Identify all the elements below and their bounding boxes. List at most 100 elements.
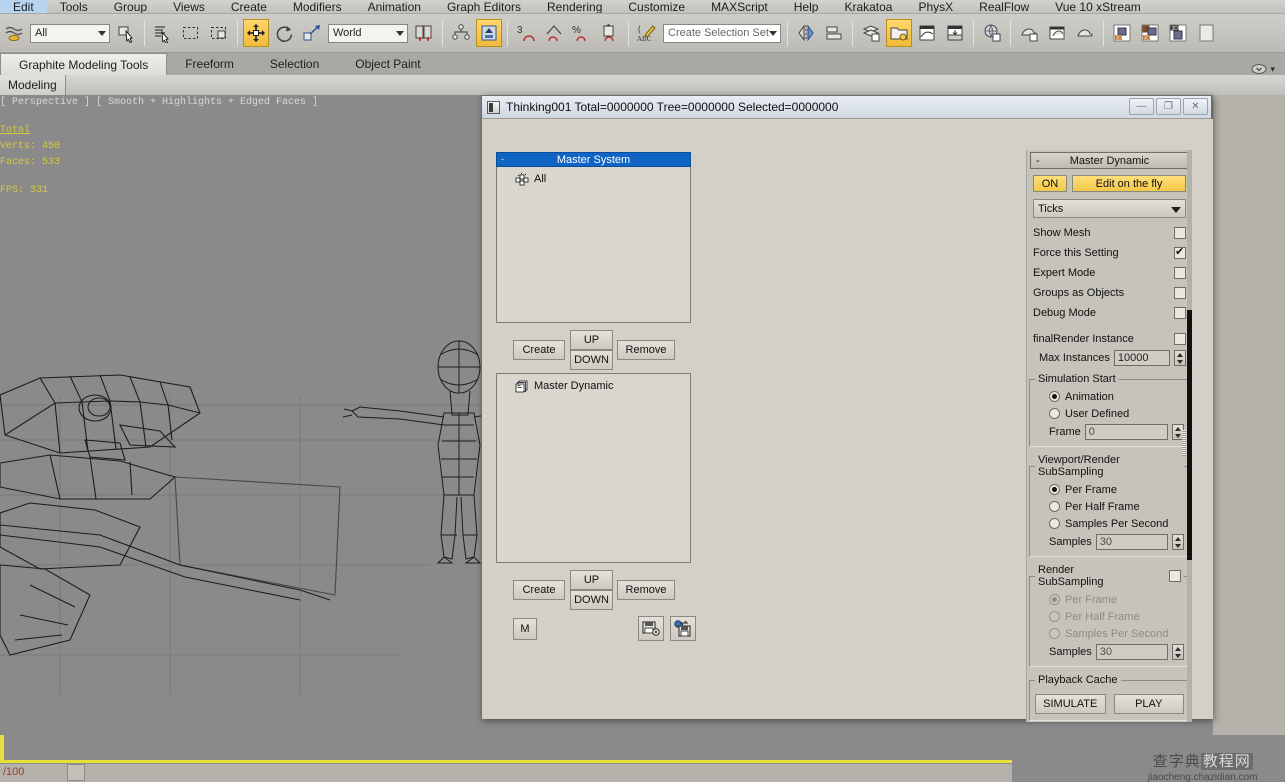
render-production-icon[interactable] (1072, 19, 1098, 47)
up-button[interactable]: UP (570, 570, 613, 590)
master-system-header[interactable]: - Master System (496, 152, 691, 167)
vue-atmosphere-icon[interactable]: 3D (1137, 19, 1163, 47)
user-defined-radio[interactable] (1049, 408, 1060, 419)
collapse-icon[interactable]: - (1036, 155, 1040, 167)
samples-spinner[interactable] (1172, 534, 1184, 550)
edit-on-the-fly-button[interactable]: Edit on the fly (1072, 175, 1186, 192)
per-half-frame-radio[interactable] (1049, 611, 1060, 622)
radio-row-samples-per-second[interactable]: Samples Per Second (1035, 625, 1184, 642)
list-item[interactable]: All (500, 171, 687, 187)
select-and-link-icon[interactable] (448, 19, 474, 47)
curve-editor-icon[interactable] (914, 19, 940, 47)
create-button[interactable]: Create (513, 340, 565, 360)
ribbon-options-dropdown[interactable]: ▾ (1251, 63, 1275, 75)
samples-spinner[interactable] (1172, 644, 1184, 660)
samples-per-second-radio[interactable] (1049, 628, 1060, 639)
rectangular-selection-region-icon[interactable] (178, 19, 204, 47)
scrollbar-thumb[interactable] (1187, 310, 1192, 560)
panel-drag-grip[interactable] (1182, 430, 1186, 456)
vue-render-icon[interactable]: 3D (1109, 19, 1135, 47)
list-item[interactable]: Master Dynamic (500, 378, 687, 394)
checkbox-row-finalrender-instance[interactable]: finalRender Instance (1033, 330, 1186, 348)
memory-button[interactable]: M (513, 618, 537, 640)
groups-as-objects-checkbox[interactable] (1174, 287, 1186, 299)
menu-item-physx[interactable]: PhysX (905, 0, 966, 13)
down-button[interactable]: DOWN (570, 350, 613, 370)
close-button[interactable]: ✕ (1183, 98, 1208, 115)
angle-snap-toggle-icon[interactable]: 3 (513, 19, 539, 47)
menu-item-vue-10-xstream[interactable]: Vue 10 xStream (1042, 0, 1154, 13)
schematic-view-icon[interactable] (942, 19, 968, 47)
max-instances-input[interactable]: 10000 (1113, 350, 1170, 366)
menu-item-realflow[interactable]: RealFlow (966, 0, 1042, 13)
finalrender-instance-checkbox[interactable] (1174, 333, 1186, 345)
checkbox-row-groups-as-objects[interactable]: Groups as Objects (1033, 284, 1186, 302)
create-button[interactable]: Create (513, 580, 565, 600)
radio-row-samples-per-second[interactable]: Samples Per Second (1035, 515, 1184, 532)
align-icon[interactable] (821, 19, 847, 47)
menu-item-create[interactable]: Create (218, 0, 280, 13)
selection-set-input[interactable]: Create Selection Set (663, 23, 781, 43)
debug-mode-checkbox[interactable] (1174, 307, 1186, 319)
select-object-icon[interactable] (113, 19, 139, 47)
rendered-frame-window-icon[interactable] (1044, 19, 1070, 47)
menu-item-rendering[interactable]: Rendering (534, 0, 615, 13)
remove-button[interactable]: Remove (617, 580, 675, 600)
per-half-frame-radio[interactable] (1049, 501, 1060, 512)
menu-item-graph-editors[interactable]: Graph Editors (434, 0, 534, 13)
select-by-name-icon[interactable] (150, 19, 176, 47)
minimize-button[interactable]: — (1129, 98, 1154, 115)
checkbox-row-force-this-setting[interactable]: Force this Setting (1033, 244, 1186, 262)
tab-freeform[interactable]: Freeform (167, 53, 252, 75)
layer-manager-icon[interactable] (858, 19, 884, 47)
up-button[interactable]: UP (570, 330, 613, 350)
snaps-toggle-3d-icon[interactable] (476, 19, 502, 47)
menu-item-customize[interactable]: Customize (615, 0, 698, 13)
menu-item-group[interactable]: Group (101, 0, 160, 13)
tab-selection[interactable]: Selection (252, 53, 337, 75)
mirror-icon[interactable] (793, 19, 819, 47)
radio-row-per-frame[interactable]: Per Frame (1035, 591, 1184, 608)
rollout-header-master-dynamic[interactable]: - Master Dynamic (1030, 152, 1189, 169)
show-mesh-checkbox[interactable] (1174, 227, 1186, 239)
graphite-modeling-toggle-icon[interactable] (886, 19, 912, 47)
checkbox-row-expert-mode[interactable]: Expert Mode (1033, 264, 1186, 282)
on-toggle-button[interactable]: ON (1033, 175, 1067, 192)
menu-item-krakatoa[interactable]: Krakatoa (831, 0, 905, 13)
selection-filter-combo[interactable]: All (30, 23, 110, 43)
select-and-rotate-icon[interactable] (271, 19, 297, 47)
collapse-icon[interactable]: - (501, 155, 508, 164)
timebase-combo[interactable]: Ticks (1033, 199, 1186, 218)
reference-coordinate-system-combo[interactable]: World (328, 23, 408, 43)
percent-snap-toggle-icon[interactable] (541, 19, 567, 47)
vue-object-icon[interactable]: 3D (1165, 19, 1191, 47)
maximize-button[interactable]: ❐ (1156, 98, 1181, 115)
material-editor-icon[interactable] (979, 19, 1005, 47)
named-selection-edit-icon[interactable]: {ABC (634, 19, 660, 47)
checkbox-row-debug-mode[interactable]: Debug Mode (1033, 304, 1186, 322)
per-frame-radio[interactable] (1049, 484, 1060, 495)
menu-item-maxscript[interactable]: MAXScript (698, 0, 781, 13)
use-pivot-center-icon[interactable] (411, 19, 437, 47)
select-and-move-icon[interactable] (243, 19, 269, 47)
thinking-particles-dialog[interactable]: Thinking001 Total=0000000 Tree=0000000 S… (481, 95, 1213, 722)
expert-mode-checkbox[interactable] (1174, 267, 1186, 279)
menu-item-help[interactable]: Help (781, 0, 832, 13)
window-crossing-icon[interactable] (206, 19, 232, 47)
named-selection-sets-icon[interactable] (597, 19, 623, 47)
menu-item-views[interactable]: Views (160, 0, 218, 13)
force-this-setting-checkbox[interactable] (1174, 246, 1186, 259)
max-instances-spinner[interactable] (1174, 350, 1186, 366)
render-subsampling-checkbox[interactable] (1169, 570, 1181, 582)
frame-input[interactable]: 0 (1084, 424, 1168, 440)
subtab-modeling[interactable]: Modeling (0, 75, 66, 95)
radio-row-per-half-frame[interactable]: Per Half Frame (1035, 608, 1184, 625)
animation-radio[interactable] (1049, 391, 1060, 402)
radio-row-user-defined[interactable]: User Defined (1035, 405, 1184, 422)
render-setup-icon[interactable] (1016, 19, 1042, 47)
dialog-title-bar[interactable]: Thinking001 Total=0000000 Tree=0000000 S… (482, 96, 1211, 119)
radio-row-animation[interactable]: Animation (1035, 388, 1184, 405)
menu-item-modifiers[interactable]: Modifiers (280, 0, 355, 13)
undo-redo-icon[interactable] (1, 19, 27, 47)
simulate-button[interactable]: SIMULATE (1035, 694, 1106, 714)
